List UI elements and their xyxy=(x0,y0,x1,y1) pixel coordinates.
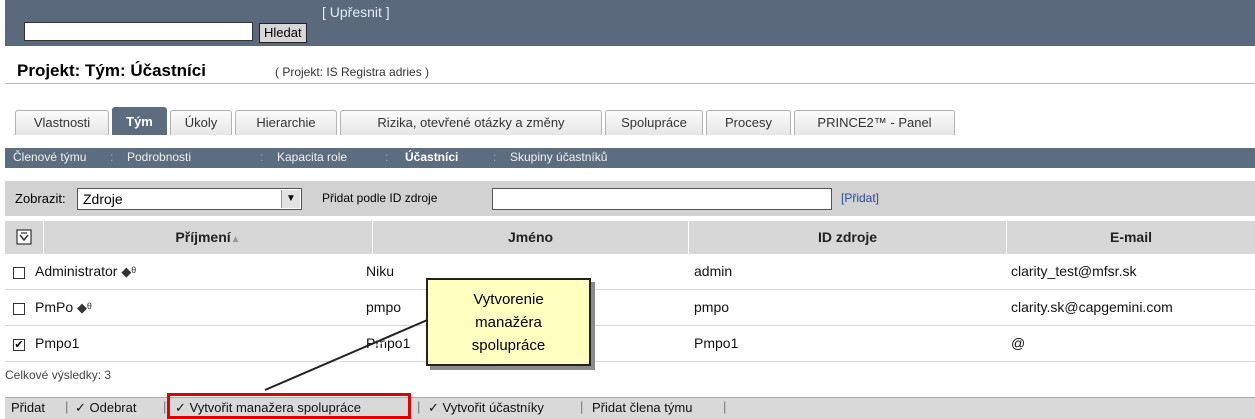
annotation-callout: Vytvorenie manažéra spolupráce xyxy=(426,278,591,366)
callout-pointer xyxy=(264,317,436,393)
callout-line-3: spolupráce xyxy=(471,337,546,354)
callout-line-2: manažéra xyxy=(475,314,542,331)
callout-line-1: Vytvorenie xyxy=(473,291,544,308)
